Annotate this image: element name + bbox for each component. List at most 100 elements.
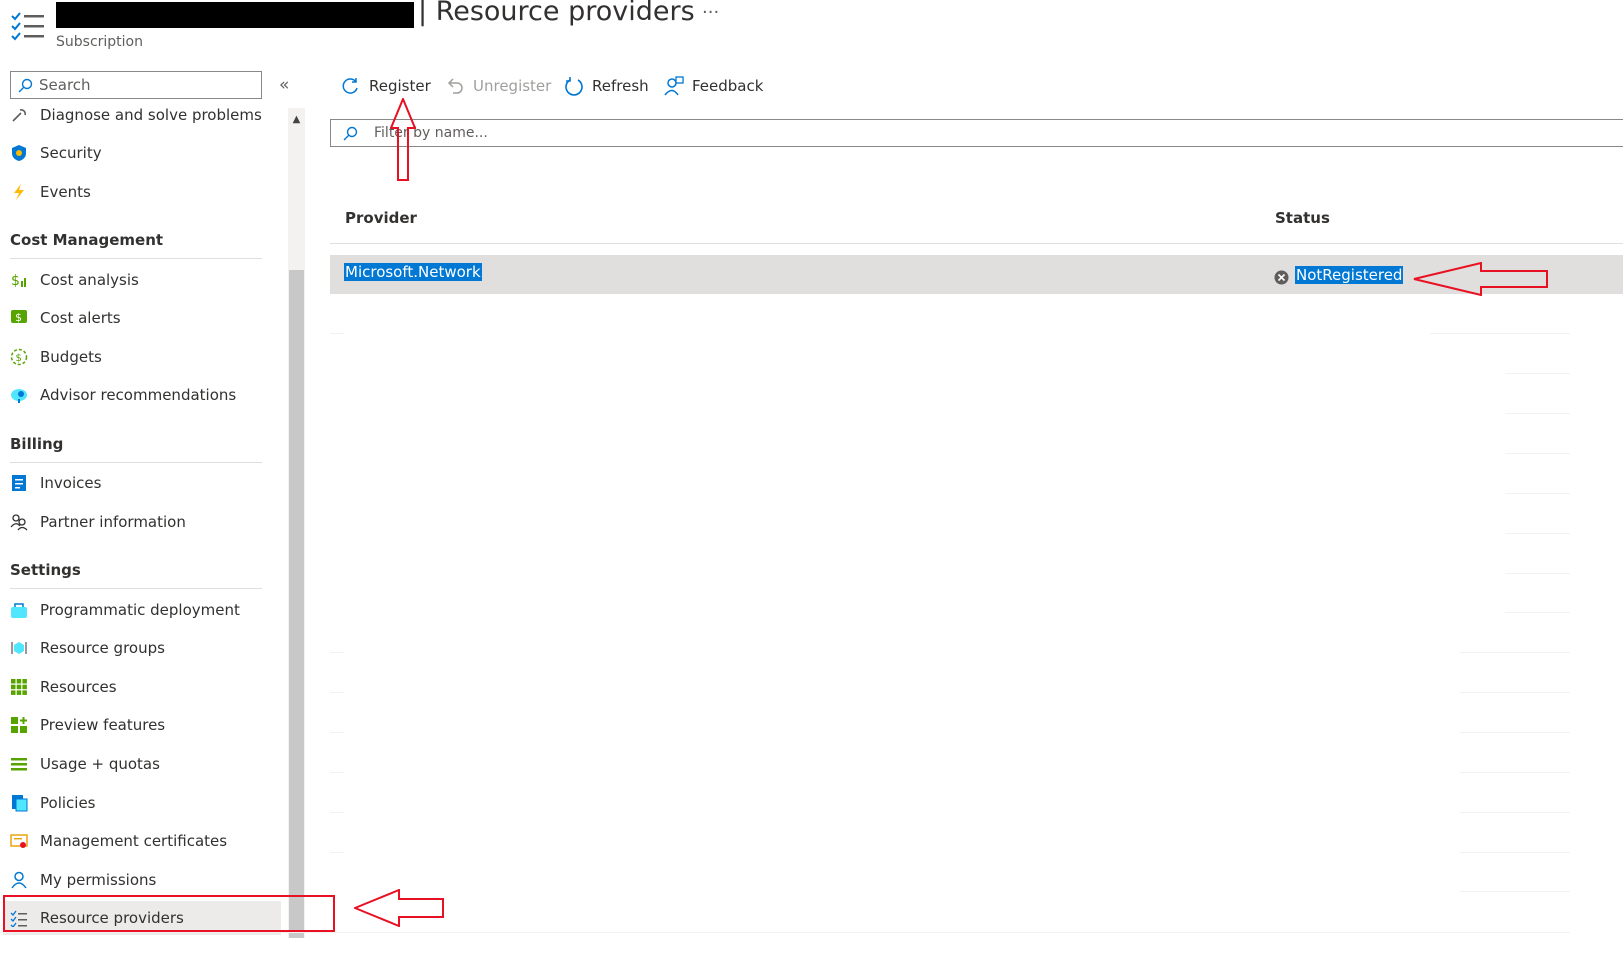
page-title-text: Resource providers [435, 0, 695, 27]
sidebar-scrollbar[interactable]: ▲ [288, 108, 305, 938]
row-divider [330, 692, 344, 693]
annotation-arrow-left-icon [352, 888, 446, 931]
section-divider [10, 588, 262, 589]
invoices-icon [10, 474, 28, 492]
section-title-cost-management: Cost Management [10, 231, 164, 249]
sidebar-item-management-certificates[interactable]: Management certificates [10, 824, 280, 858]
sidebar-item-partner-information[interactable]: Partner information [10, 505, 280, 539]
sidebar-item-policies[interactable]: Policies [10, 786, 280, 820]
row-divider [1505, 612, 1570, 613]
annotation-arrow-up-icon [389, 96, 417, 186]
row-divider [330, 852, 344, 853]
cost-analysis-icon: $ [10, 271, 28, 289]
sidebar-item-my-permissions[interactable]: My permissions [10, 863, 280, 897]
checklist-app-icon [10, 10, 46, 42]
row-divider [1460, 812, 1570, 813]
policies-icon [10, 794, 28, 812]
preview-features-icon [10, 716, 28, 734]
more-options-button[interactable]: ··· [702, 2, 719, 23]
header-divider [330, 243, 1623, 244]
certificates-icon [10, 832, 28, 850]
sidebar-search-input[interactable] [39, 76, 239, 94]
search-icon [18, 78, 33, 93]
register-icon [341, 76, 361, 96]
resource-groups-icon [10, 639, 28, 657]
redacted-subscription-name [56, 2, 414, 28]
sidebar-item-cost-alerts[interactable]: $ Cost alerts [10, 301, 280, 335]
row-divider [1505, 413, 1570, 414]
lightning-icon [10, 183, 28, 201]
svg-text:$: $ [15, 311, 22, 324]
advisor-icon [10, 386, 28, 404]
provider-cell: Microsoft.Network [344, 263, 482, 281]
sidebar-item-resource-groups[interactable]: Resource groups [10, 631, 280, 665]
resources-grid-icon [10, 678, 28, 696]
sidebar-item-preview-features[interactable]: Preview features [10, 708, 280, 742]
cost-alerts-icon: $ [10, 309, 28, 327]
filter-input[interactable] [374, 125, 974, 141]
row-divider [1460, 891, 1570, 892]
svg-text:$: $ [11, 273, 20, 289]
usage-quotas-icon [10, 755, 28, 773]
row-divider [1505, 493, 1570, 494]
shield-icon [10, 144, 28, 162]
register-button[interactable]: Register [341, 74, 431, 98]
sidebar-item-security[interactable]: Security [10, 136, 280, 170]
partner-icon [10, 513, 28, 531]
row-divider [1460, 852, 1570, 853]
row-divider [330, 652, 344, 653]
scroll-up-arrow-icon[interactable]: ▲ [288, 114, 305, 125]
refresh-icon [564, 76, 584, 96]
sidebar-item-resources[interactable]: Resources [10, 670, 280, 704]
row-divider [1505, 573, 1570, 574]
filter-box[interactable] [330, 119, 1623, 147]
row-divider [330, 772, 344, 773]
sidebar-item-cost-analysis[interactable]: $ Cost analysis [10, 263, 280, 297]
sidebar-item-usage-quotas[interactable]: Usage + quotas [10, 747, 280, 781]
row-divider [1460, 652, 1570, 653]
annotation-arrow-left-icon [1413, 261, 1551, 300]
row-divider [1460, 732, 1570, 733]
search-icon [343, 126, 358, 141]
sidebar-search[interactable] [10, 71, 262, 99]
undo-icon [445, 76, 465, 96]
row-divider [1505, 453, 1570, 454]
row-divider [1430, 333, 1570, 334]
feedback-icon [664, 76, 684, 96]
feedback-button[interactable]: Feedback [664, 74, 763, 98]
bottom-divider [0, 932, 1570, 933]
sidebar-item-invoices[interactable]: Invoices [10, 466, 280, 500]
sidebar-item-advisor[interactable]: Advisor recommendations [10, 378, 280, 412]
row-divider [1460, 692, 1570, 693]
sidebar-item-diagnose[interactable]: Diagnose and solve problems [10, 98, 280, 132]
section-divider [10, 258, 262, 259]
unregister-button[interactable]: Unregister [445, 74, 551, 98]
row-divider [330, 732, 344, 733]
status-cell: NotRegistered [1295, 266, 1404, 284]
person-icon [10, 871, 28, 889]
sidebar-item-programmatic-deployment[interactable]: Programmatic deployment [10, 593, 280, 627]
sidebar-item-events[interactable]: Events [10, 175, 280, 209]
scrollbar-thumb[interactable] [289, 270, 304, 938]
row-divider [1460, 772, 1570, 773]
column-header-provider[interactable]: Provider [345, 209, 417, 227]
column-header-status[interactable]: Status [1275, 209, 1330, 227]
deployment-icon [10, 601, 28, 619]
row-divider [1505, 373, 1570, 374]
collapse-sidebar-button[interactable]: « [279, 75, 289, 95]
sidebar-item-budgets[interactable]: $ Budgets [10, 340, 280, 374]
annotation-highlight-box [3, 895, 335, 932]
wrench-icon [10, 106, 28, 124]
page-title: | Resource providers [418, 0, 695, 27]
row-divider [330, 333, 344, 334]
section-title-billing: Billing [10, 435, 64, 453]
section-divider [10, 462, 262, 463]
page-subtitle: Subscription [56, 34, 143, 50]
not-registered-icon [1274, 270, 1289, 285]
refresh-button[interactable]: Refresh [564, 74, 649, 98]
budgets-icon: $ [10, 348, 28, 366]
row-divider [330, 812, 344, 813]
svg-text:$: $ [16, 353, 22, 364]
section-title-settings: Settings [10, 561, 81, 579]
row-divider [1505, 533, 1570, 534]
